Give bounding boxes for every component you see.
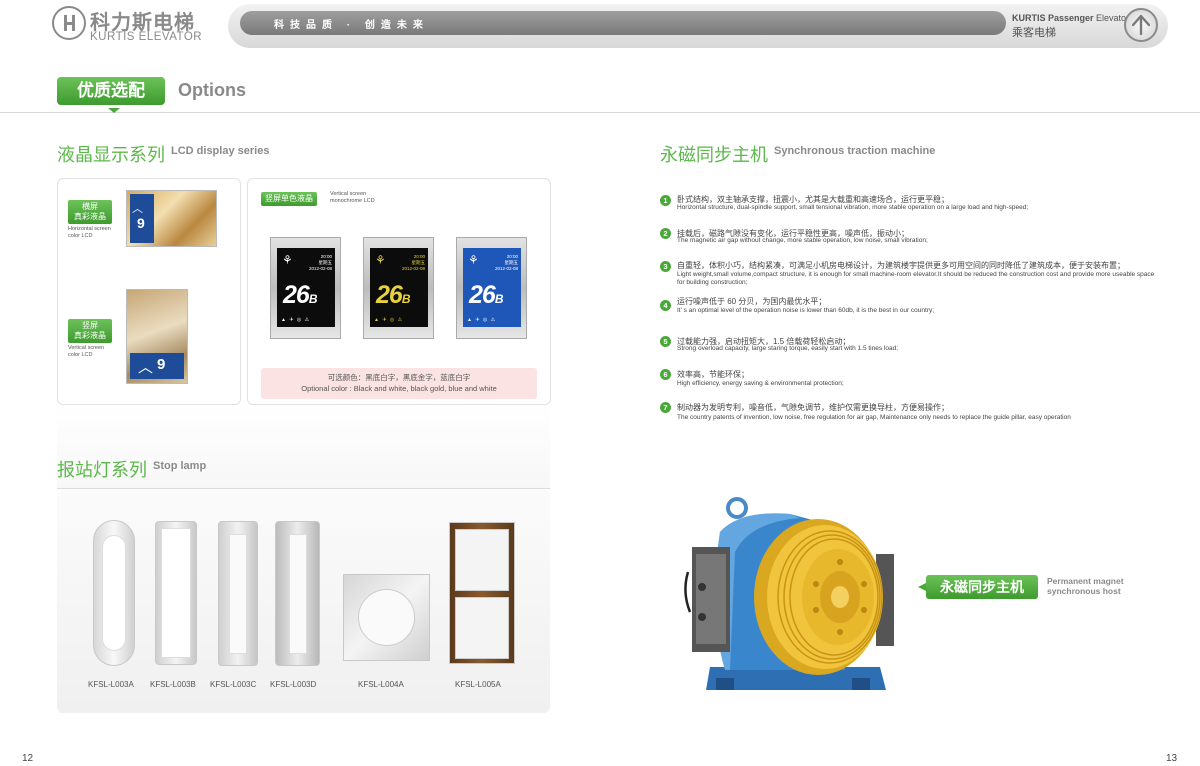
feature-number: 7: [660, 402, 671, 413]
feature-number: 1: [660, 195, 671, 206]
stop-lamp-l003d: [275, 521, 320, 666]
horizontal-lcd-tag: 横屏 真彩液晶: [68, 200, 112, 224]
slogan-text: 科技品质 · 创造未来: [274, 20, 429, 31]
company-logo: 科力斯电梯 KURTIS ELEVATOR: [52, 6, 222, 44]
host-badge-pointer: [918, 583, 926, 591]
feature-number: 4: [660, 300, 671, 311]
lamp-label-l003b: KFSL-L003B: [150, 680, 196, 689]
feature-number: 5: [660, 336, 671, 347]
feature-text-en: Strong overload capacity, large staring …: [677, 345, 898, 352]
floor-number: 9: [137, 215, 145, 231]
lcd-datetime: 20:00 星期五 2012-02-08: [401, 254, 425, 271]
feature-text-en: It' s an optimal level of the operation …: [677, 307, 935, 314]
lamp-label-l003a: KFSL-L003A: [88, 680, 134, 689]
lamp-label-l003d: KFSL-L003D: [270, 680, 317, 689]
up-arrow-icon: ︿: [132, 203, 143, 215]
stop-lamp-l004a: [343, 574, 430, 661]
floor-display: 26B: [283, 281, 317, 309]
stop-lamp-l003a: [93, 520, 135, 666]
options-title: Options: [178, 80, 246, 100]
vertical-lcd-tag: 竖屏 真彩液晶: [68, 319, 112, 343]
feature-text-cn: 自重轻，体积小巧，结构紧凑，可满足小机房电梯设计，为建筑楼宇提供更多可用空间的同…: [677, 261, 1125, 270]
mono-lcd-black-white: ⚘ 20:00 星期五 2012-02-08 26B ▲ ✈ ◎ ⚠: [270, 237, 341, 339]
horizontal-lcd-image: ︿ 9: [126, 190, 217, 247]
host-badge: 永磁同步主机: [926, 575, 1038, 599]
lamp-label-l003c: KFSL-L003C: [210, 680, 257, 689]
stop-lamp-l005a: [449, 522, 515, 664]
lamp-label-l004a: KFSL-L004A: [358, 680, 404, 689]
feature-text-cn: 制动器为发明专利，噪音低，气隙免调节，维护仅需更换导柱，方便易操作；: [677, 403, 949, 412]
slogan-bar: 科技品质 · 创造未来: [240, 11, 1006, 35]
traction-machine-image: [684, 497, 894, 690]
feature-text-en: High efficiency, energy saving & environ…: [677, 380, 844, 387]
section-divider: [0, 112, 1200, 113]
lcd-screen: ⚘ 20:00 星期五 2012-02-08 26B ▲ ✈ ◎ ⚠: [463, 248, 521, 327]
feature-number: 6: [660, 369, 671, 380]
feature-number: 3: [660, 261, 671, 272]
lamp-label-l005a: KFSL-L005A: [455, 680, 501, 689]
stop-lamp-l003b: [155, 521, 197, 665]
machine-subtitle: Synchronous traction machine: [774, 145, 936, 157]
mono-lcd-caption: Vertical screen monochrome LCD: [330, 191, 375, 204]
lcd-series-title: 液晶显示系列: [57, 145, 165, 165]
lcd-datetime: 20:00 星期五 2012-02-08: [494, 254, 518, 271]
horizontal-lcd-caption: Horizontal screen color LCD: [68, 226, 111, 239]
wheat-logo-icon: ⚘: [375, 253, 386, 267]
lcd-datetime: 20:00 星期五 2012-02-08: [308, 254, 332, 271]
page-number-right: 13: [1166, 753, 1178, 764]
feature-text-en: The magnetic air gap without change, mor…: [677, 237, 928, 244]
feature-text-en: The country patents of invention, low no…: [677, 414, 1071, 421]
brand-english: KURTIS Passenger Elevator: [1012, 13, 1130, 23]
mono-lcd-tag: 竖屏单色液晶: [261, 192, 317, 206]
lcd-screen: ⚘ 20:00 星期五 2012-02-08 26B ▲ ✈ ◎ ⚠: [370, 248, 428, 327]
up-arrow-icon: ︿: [138, 359, 154, 376]
optional-colors-note: 可选颜色：黑底白字，黑底金字，蓝底白字 Optional color : Bla…: [261, 368, 537, 399]
mono-lcd-black-gold: ⚘ 20:00 星期五 2012-02-08 26B ▲ ✈ ◎ ⚠: [363, 237, 434, 339]
floor-display: 26B: [469, 281, 503, 309]
floor-number: 9: [157, 356, 166, 373]
vertical-lcd-image: ︿ 9: [126, 289, 188, 384]
lcd-series-subtitle: LCD display series: [171, 145, 270, 157]
feature-number: 2: [660, 228, 671, 239]
top-banner: 科技品质 · 创造未来 KURTIS Passenger Elevator 乘客…: [228, 4, 1168, 48]
stop-lamp-subtitle: Stop lamp: [153, 460, 207, 472]
feature-text-cn: 效率高，节能环保；: [677, 370, 749, 379]
stop-lamp-l003c: [218, 521, 258, 666]
wheat-logo-icon: ⚘: [468, 253, 479, 267]
options-badge: 优质选配: [57, 77, 165, 105]
mono-lcd-blue-white: ⚘ 20:00 星期五 2012-02-08 26B ▲ ✈ ◎ ⚠: [456, 237, 527, 339]
host-caption: Permanent magnet synchronous host: [1047, 576, 1124, 596]
badge-pointer: [108, 108, 120, 113]
machine-title: 永磁同步主机: [660, 145, 768, 165]
logo-english-name: KURTIS ELEVATOR: [90, 31, 203, 43]
feature-text-cn: 运行噪声低于 60 分贝，为国内最优水平；: [677, 297, 827, 306]
stop-lamp-title: 报站灯系列: [57, 460, 147, 480]
vertical-lcd-caption: Vertical screen color LCD: [68, 345, 105, 358]
feature-text-en: Light weight,small volume,compact struct…: [677, 271, 1155, 286]
status-icons: ▲ ✈ ◎ ⚠: [374, 317, 404, 323]
status-icons: ▲ ✈ ◎ ⚠: [467, 317, 497, 323]
lcd-screen: ⚘ 20:00 星期五 2012-02-08 26B ▲ ✈ ◎ ⚠: [277, 248, 335, 327]
feature-text-en: Horizontal structure, dual-spindle suppo…: [677, 204, 1029, 211]
page-number-left: 12: [22, 753, 34, 764]
logo-h-icon: [52, 6, 86, 40]
brand-chinese: 乘客电梯: [1012, 27, 1056, 39]
floor-display: 26B: [376, 281, 410, 309]
wheat-logo-icon: ⚘: [282, 253, 293, 267]
status-icons: ▲ ✈ ◎ ⚠: [281, 317, 311, 323]
elevator-up-arrow-icon: [1124, 8, 1158, 42]
